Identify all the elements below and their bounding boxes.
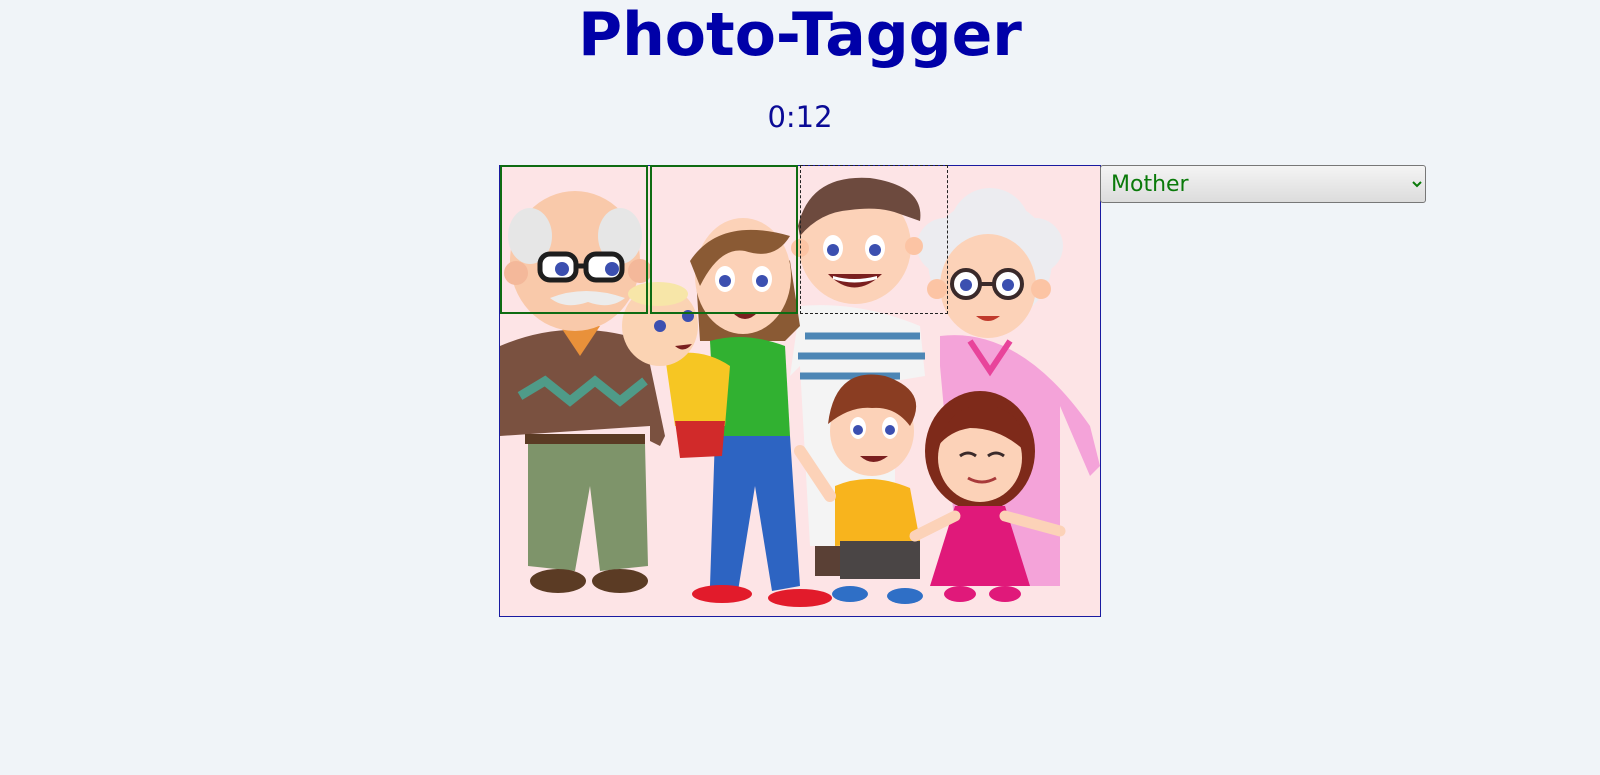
timer: 0:12 [767, 100, 833, 134]
tag-box-1[interactable] [500, 165, 648, 314]
tag-box-2[interactable] [650, 165, 798, 314]
person-select[interactable]: Mother [1100, 165, 1426, 203]
tag-box-3-active[interactable] [800, 165, 948, 314]
app-title: Photo-Tagger [578, 0, 1022, 70]
